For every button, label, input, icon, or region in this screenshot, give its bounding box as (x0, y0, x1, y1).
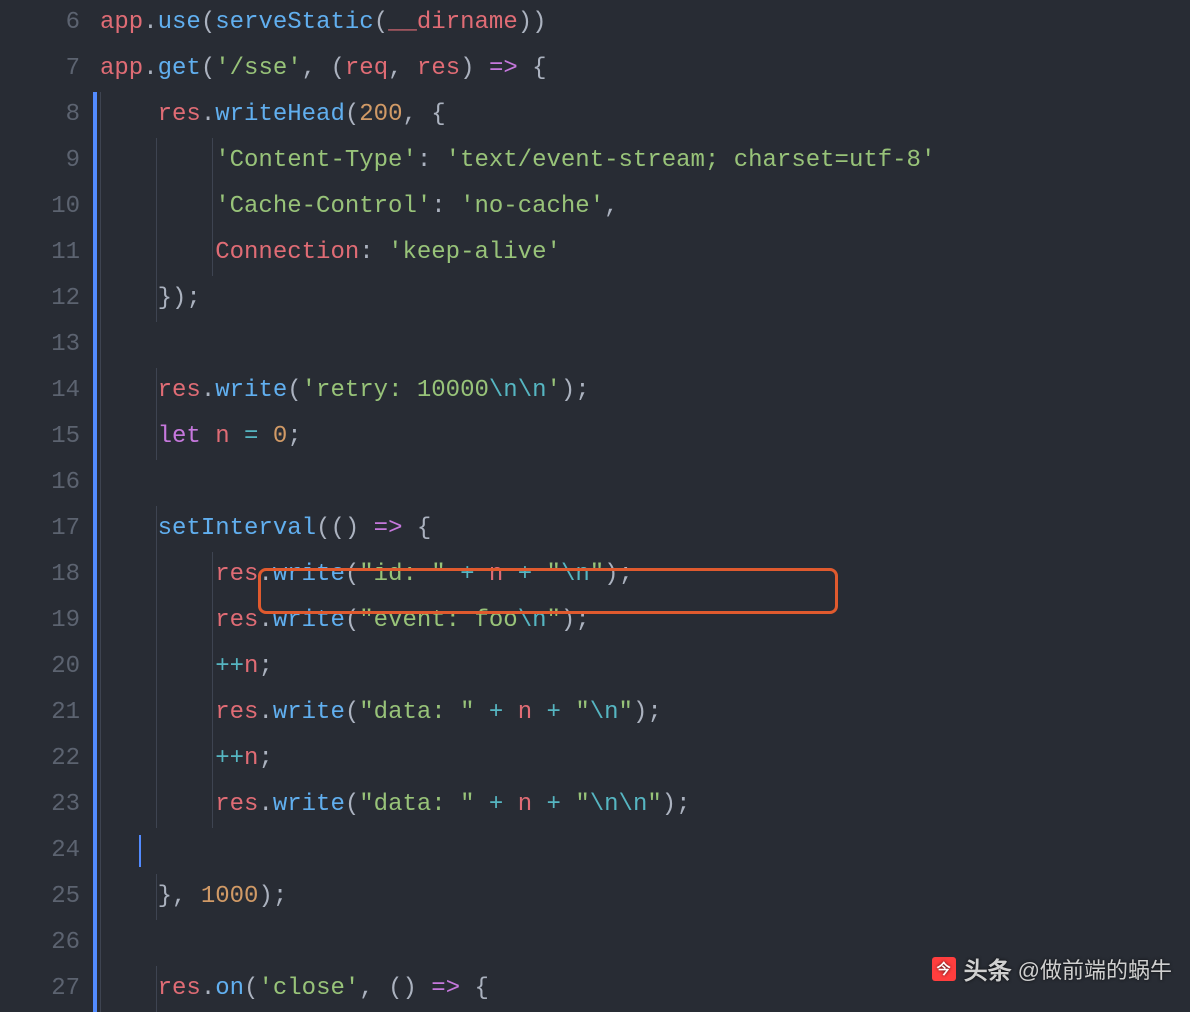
fold-indicator (93, 414, 97, 460)
line-number: 12 (10, 276, 80, 322)
line-number: 21 (10, 690, 80, 736)
toutiao-icon (932, 957, 956, 981)
fold-indicator (93, 230, 97, 276)
fold-indicator (93, 598, 97, 644)
line-number: 16 (10, 460, 80, 506)
code-line[interactable]: app.use(serveStatic(__dirname)) (100, 0, 1190, 46)
line-number: 20 (10, 644, 80, 690)
watermark-author: @做前端的蜗牛 (1018, 953, 1172, 985)
fold-indicator (93, 460, 97, 506)
code-line[interactable]: res.write("id: " + n + "\n"); (100, 552, 1190, 598)
line-number: 19 (10, 598, 80, 644)
line-number: 13 (10, 322, 80, 368)
code-line[interactable]: res.write("data: " + n + "\n"); (100, 690, 1190, 736)
line-number: 11 (10, 230, 80, 276)
line-number: 17 (10, 506, 80, 552)
line-number: 6 (10, 0, 80, 46)
fold-indicator (93, 690, 97, 736)
line-number: 8 (10, 92, 80, 138)
code-line[interactable]: res.writeHead(200, { (100, 92, 1190, 138)
fold-indicator (93, 736, 97, 782)
text-cursor (139, 835, 141, 867)
code-line[interactable]: let n = 0; (100, 414, 1190, 460)
code-line[interactable] (100, 460, 1190, 506)
line-number: 23 (10, 782, 80, 828)
fold-indicator (93, 92, 97, 138)
code-line[interactable]: Connection: 'keep-alive' (100, 230, 1190, 276)
line-number: 27 (10, 966, 80, 1012)
code-line[interactable]: res.write("data: " + n + "\n\n"); (100, 782, 1190, 828)
fold-indicator (93, 184, 97, 230)
fold-indicator (93, 138, 97, 184)
fold-indicator (93, 276, 97, 322)
line-number: 18 (10, 552, 80, 598)
code-line[interactable] (100, 322, 1190, 368)
line-number: 14 (10, 368, 80, 414)
code-line[interactable]: app.get('/sse', (req, res) => { (100, 46, 1190, 92)
fold-indicator (93, 782, 97, 828)
watermark-brand: 头条 (964, 951, 1012, 986)
fold-indicator (93, 506, 97, 552)
code-line[interactable]: }); (100, 276, 1190, 322)
fold-indicator (93, 644, 97, 690)
fold-indicator (93, 322, 97, 368)
line-number: 22 (10, 736, 80, 782)
watermark: 头条 @做前端的蜗牛 (932, 951, 1172, 986)
fold-indicator (93, 828, 97, 874)
line-number: 25 (10, 874, 80, 920)
line-number: 24 (10, 828, 80, 874)
code-line[interactable]: ++n; (100, 644, 1190, 690)
fold-indicator (93, 966, 97, 1012)
code-content[interactable]: app.use(serveStatic(__dirname)) app.get(… (100, 0, 1190, 1008)
code-line[interactable]: 'Content-Type': 'text/event-stream; char… (100, 138, 1190, 184)
code-line[interactable]: }, 1000); (100, 874, 1190, 920)
line-number: 7 (10, 46, 80, 92)
fold-indicator (93, 368, 97, 414)
code-line[interactable]: ++n; (100, 736, 1190, 782)
fold-indicator (93, 552, 97, 598)
code-line[interactable]: res.write('retry: 10000\n\n'); (100, 368, 1190, 414)
line-number: 26 (10, 920, 80, 966)
code-line[interactable] (100, 828, 1190, 874)
code-line[interactable]: setInterval(() => { (100, 506, 1190, 552)
code-line[interactable]: 'Cache-Control': 'no-cache', (100, 184, 1190, 230)
line-number: 15 (10, 414, 80, 460)
fold-indicator (93, 920, 97, 966)
code-editor[interactable]: 6 7 8 9 10 11 12 13 14 15 16 17 18 19 20… (0, 0, 1190, 1008)
code-line[interactable]: res.write("event: foo\n"); (100, 598, 1190, 644)
line-number: 9 (10, 138, 80, 184)
line-number: 10 (10, 184, 80, 230)
fold-indicator (93, 874, 97, 920)
line-gutter: 6 7 8 9 10 11 12 13 14 15 16 17 18 19 20… (0, 0, 100, 1008)
